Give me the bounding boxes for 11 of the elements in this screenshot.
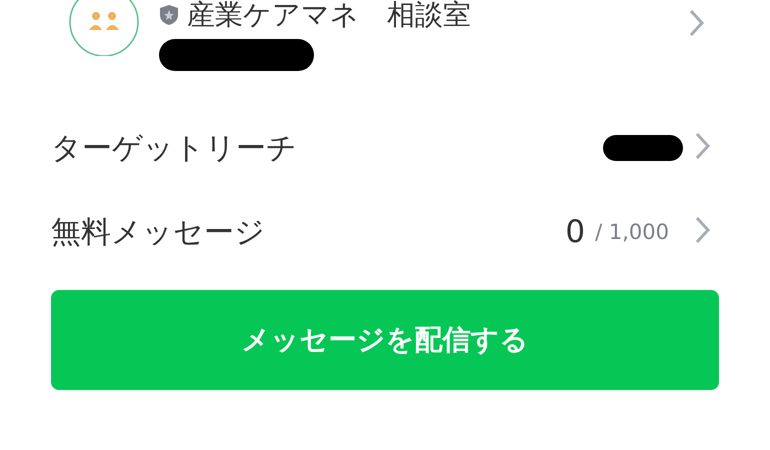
chevron-right-icon[interactable]: [693, 131, 713, 161]
account-name: 産業ケアマネ 相談室: [187, 0, 471, 31]
row-label: 無料メッセージ: [51, 214, 266, 252]
send-message-button[interactable]: メッセージを配信する: [51, 290, 719, 390]
message-limit: / 1,000: [595, 220, 669, 244]
row-label: ターゲットリーチ: [51, 130, 298, 168]
chevron-right-icon[interactable]: [693, 215, 713, 245]
chevron-right-icon[interactable]: [687, 8, 707, 38]
shield-icon: [159, 4, 179, 26]
message-count: 0: [565, 214, 586, 250]
logo-icon: [67, 0, 141, 56]
